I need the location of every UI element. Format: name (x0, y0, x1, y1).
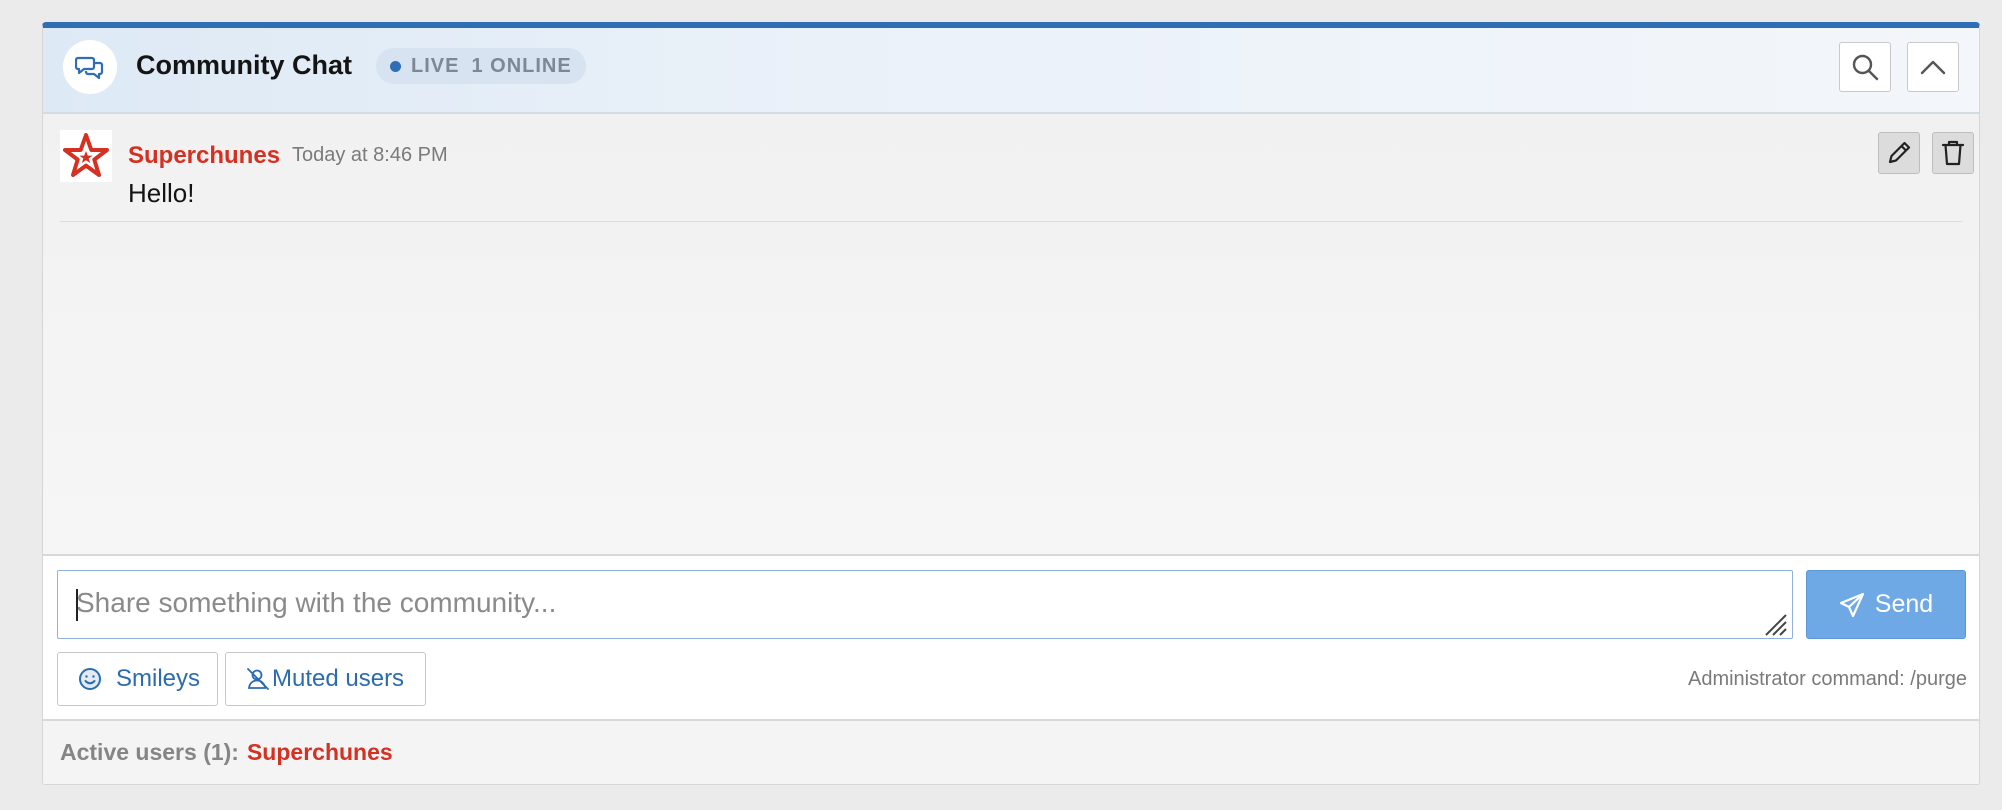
chat-panel: Community Chat LIVE 1 ONLINE Superchunes… (42, 22, 1980, 785)
avatar[interactable] (60, 130, 112, 182)
trash-icon (1941, 140, 1965, 166)
message-composer: Send Smileys Muted users Administrator c… (43, 554, 1979, 719)
send-button[interactable]: Send (1806, 570, 1966, 639)
search-icon (1852, 54, 1879, 81)
smileys-label: Smileys (116, 665, 201, 692)
muted-users-label: Muted users (272, 665, 405, 692)
message-timestamp: Today at 8:46 PM (292, 144, 448, 166)
chevron-up-icon (1920, 60, 1946, 75)
resize-grip-icon[interactable] (1762, 611, 1788, 637)
collapse-button[interactable] (1907, 42, 1959, 92)
live-label: LIVE (411, 54, 460, 77)
chat-header: Community Chat LIVE 1 ONLINE (43, 28, 1979, 114)
chat-message: Superchunes Today at 8:46 PM Hello! (60, 130, 1974, 222)
active-users-bar: Active users (1): Superchunes (43, 719, 1979, 784)
pencil-icon (1888, 141, 1911, 164)
search-button[interactable] (1839, 42, 1891, 92)
active-users-label: Active users (1): (60, 739, 239, 765)
muted-users-button[interactable]: Muted users (225, 652, 426, 706)
edit-message-button[interactable] (1878, 132, 1920, 174)
live-status-badge: LIVE 1 ONLINE (376, 48, 586, 84)
message-text: Hello! (128, 178, 195, 208)
live-dot-icon (390, 60, 401, 72)
paper-plane-icon (1839, 592, 1864, 617)
chat-title: Community Chat (136, 50, 352, 80)
text-caret (76, 589, 78, 621)
muted-user-icon (247, 668, 269, 690)
send-label: Send (1874, 590, 1934, 618)
message-list[interactable]: Superchunes Today at 8:46 PM Hello! (43, 114, 1979, 554)
smileys-button[interactable]: Smileys (57, 652, 218, 706)
message-input[interactable] (57, 570, 1793, 639)
active-user-link[interactable]: Superchunes (247, 739, 393, 766)
chat-bubbles-icon (63, 40, 117, 94)
smiley-icon (79, 668, 101, 690)
star-icon (63, 133, 109, 177)
message-username[interactable]: Superchunes (128, 142, 280, 170)
online-count: 1 ONLINE (471, 54, 572, 77)
delete-message-button[interactable] (1932, 132, 1974, 174)
admin-command-hint: Administrator command: /purge (1687, 668, 1967, 690)
